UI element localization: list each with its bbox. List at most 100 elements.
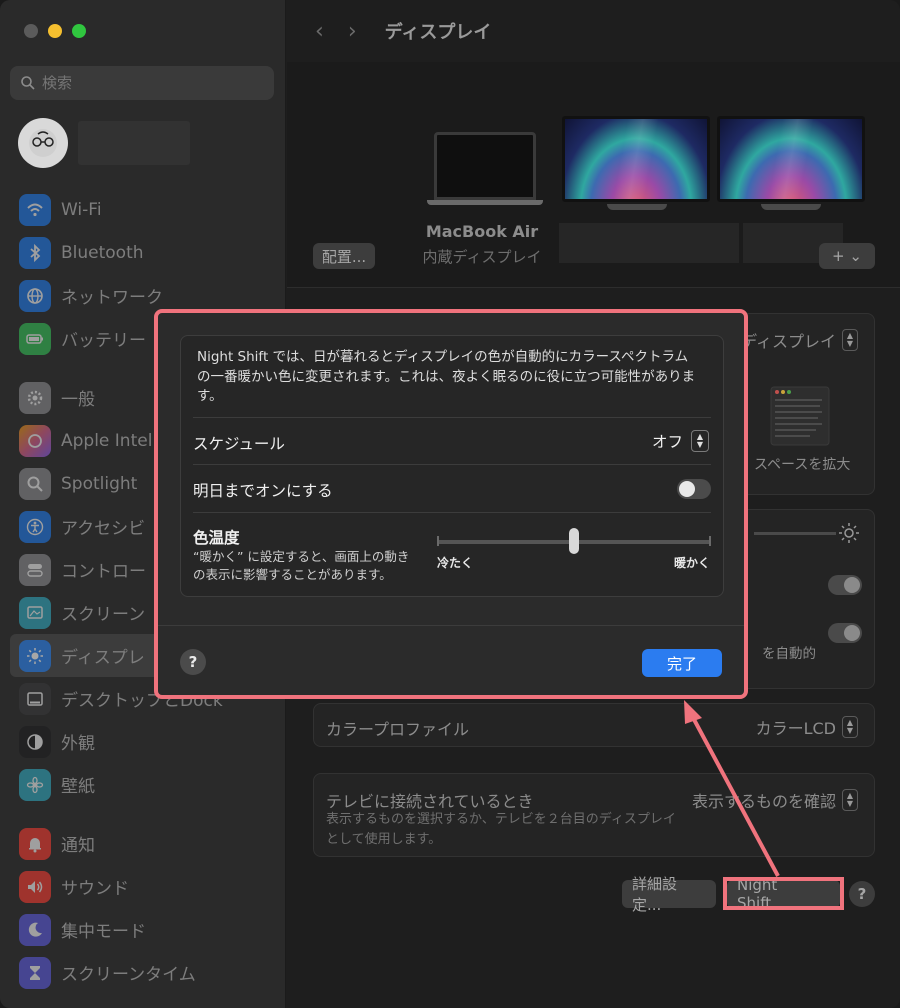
display-popup[interactable]: ディスプレイ ▲ ▼ [741,328,858,352]
color-profile-popup[interactable]: カラーLCD ▲ ▼ [756,715,858,739]
dialog-help-button[interactable]: ? [180,649,206,675]
accessibility-icon [19,510,51,543]
sidebar-item-wallpaper[interactable]: 壁紙 [10,763,276,806]
sidebar-item-wifi[interactable]: Wi-Fi [10,188,276,231]
gear-icon [19,381,51,414]
sidebar-item-label: Wi-Fi [61,199,102,220]
magnifier-icon [19,467,51,500]
toggles-icon [19,553,51,586]
sidebar-item-bluetooth[interactable]: Bluetooth [10,231,276,274]
arrange-button[interactable]: 配置... [313,243,375,269]
color-temperature-note: “暖かく” に設定すると、画面上の動きの表示に影響することがあります。 [193,549,410,582]
forward-chevron-icon[interactable]: › [348,19,357,44]
wifi-icon [19,193,51,226]
bell-icon [19,827,51,860]
sidebar-item-label: バッテリー [61,331,146,351]
external-display-1-thumbnail[interactable] [562,116,710,202]
tv-label: テレビに接続されているとき [326,792,534,811]
window-controls [24,24,86,38]
brightness-sun-icon [839,523,859,543]
enlarge-space-label[interactable]: スペースを拡大 [754,454,850,474]
sidebar-item-label: スクリーン [61,605,146,625]
add-display-button[interactable]: + ⌄ [819,243,875,269]
sidebar-item-label: 通知 [61,836,95,856]
external-display-1-stand [607,204,667,210]
laptop-display-name: MacBook Air [425,222,539,241]
slider-thumb[interactable] [569,528,579,554]
back-chevron-icon[interactable]: ‹ [315,19,324,44]
night-shift-description: Night Shift では、日が暮れるとディスプレイの色が自動的にカラースペク… [197,349,696,404]
updown-chevron-icon: ▲ ▼ [842,716,858,738]
maximize-window-button[interactable] [72,24,86,38]
avatar-glasses-icon [29,129,57,157]
sidebar-item-label: ネットワーク [61,288,163,308]
sidebar-item-sound[interactable]: サウンド [10,865,276,908]
laptop-display-sub: 内蔵ディスプレイ [422,248,542,266]
enlarge-space-preview-icon [770,386,830,446]
sidebar-item-label: 一般 [61,390,95,410]
bluetooth-icon [19,236,51,269]
done-button[interactable]: 完了 [642,649,722,677]
toggle-1[interactable] [828,575,862,595]
sun-icon [19,639,51,672]
sidebar-item-label: 集中モード [61,922,146,942]
night-shift-settings-group: Night Shift では、日が暮れるとディスプレイの色が自動的にカラースペク… [180,335,724,597]
night-shift-highlight-annotation [723,877,844,910]
color-temperature-slider[interactable] [437,528,711,554]
advanced-settings-button[interactable]: 詳細設定... [622,875,716,914]
schedule-label: スケジュール [193,435,285,453]
sidebar-item-label: アクセシビ [61,519,146,539]
search-field[interactable] [10,66,274,100]
schedule-popup[interactable]: オフ ▲ ▼ [652,430,709,452]
sidebar-item-label: 壁紙 [61,777,95,797]
moon-icon [19,913,51,946]
night-shift-dialog: Night Shift では、日が暮れるとディスプレイの色が自動的にカラースペク… [154,309,748,699]
tv-sub: 表示するものを選択するか、テレビを２台目のディスプレイとして使用します。 [326,812,676,847]
apple-intelligence-icon [19,424,51,457]
slider-min-label: 冷たく [437,556,474,570]
close-window-button[interactable] [24,24,38,38]
external-display-2-thumbnail[interactable] [717,116,865,202]
color-profile-label: カラープロファイル [326,720,470,739]
sidebar-item-label: コントロー [61,562,146,582]
sidebar-item-label: Spotlight [61,473,138,494]
tv-popup[interactable]: 表示するものを確認 ▲ ▼ [692,788,858,812]
search-input[interactable] [42,74,242,92]
hourglass-icon [19,956,51,989]
sidebar-item-label: スクリーンタイム [61,965,196,985]
sidebar-item-label: サウンド [61,879,129,899]
toggle-2[interactable] [828,623,862,643]
slider-max-label: 暖かく [674,556,711,570]
toolbar: ‹ › ディスプレイ [287,0,900,62]
tv-row: テレビに接続されているとき 表示するものを選択するか、テレビを２台目のディスプレ… [313,773,875,857]
appearance-icon [19,725,51,758]
sidebar-item-label: ディスプレ [61,648,145,668]
battery-icon [19,322,51,355]
minimize-window-button[interactable] [48,24,62,38]
updown-chevron-icon: ▲ ▼ [842,329,858,351]
profile-row[interactable] [18,118,190,168]
speaker-icon [19,870,51,903]
color-temperature-label: 色温度 [193,529,240,547]
flower-icon [19,768,51,801]
search-icon [21,76,35,90]
sidebar-item-notifications[interactable]: 通知 [10,822,276,865]
color-profile-row: カラープロファイル カラーLCD ▲ ▼ [313,703,875,747]
profile-name-redacted [78,121,190,165]
sidebar-item-focus[interactable]: 集中モード [10,908,276,951]
dock-icon [19,682,51,715]
sidebar-item-label: 外観 [61,734,95,754]
sidebar-item-label: Apple Intel [61,430,153,451]
turn-on-until-tomorrow-toggle[interactable] [677,479,711,499]
brightness-slider-track[interactable] [754,532,836,535]
laptop-display-thumbnail[interactable] [427,132,543,205]
updown-chevron-icon: ▲ ▼ [691,430,709,452]
auto-brightness-label: を自動的 [762,646,816,662]
help-button[interactable]: ? [849,881,875,907]
sidebar-item-appearance[interactable]: 外観 [10,720,276,763]
external-display-1-label-redacted [559,223,739,263]
sidebar-item-screen-time[interactable]: スクリーンタイム [10,951,276,994]
turn-on-until-tomorrow-label: 明日までオンにする [193,482,333,500]
external-display-2-stand [761,204,821,210]
screensaver-icon [19,596,51,629]
